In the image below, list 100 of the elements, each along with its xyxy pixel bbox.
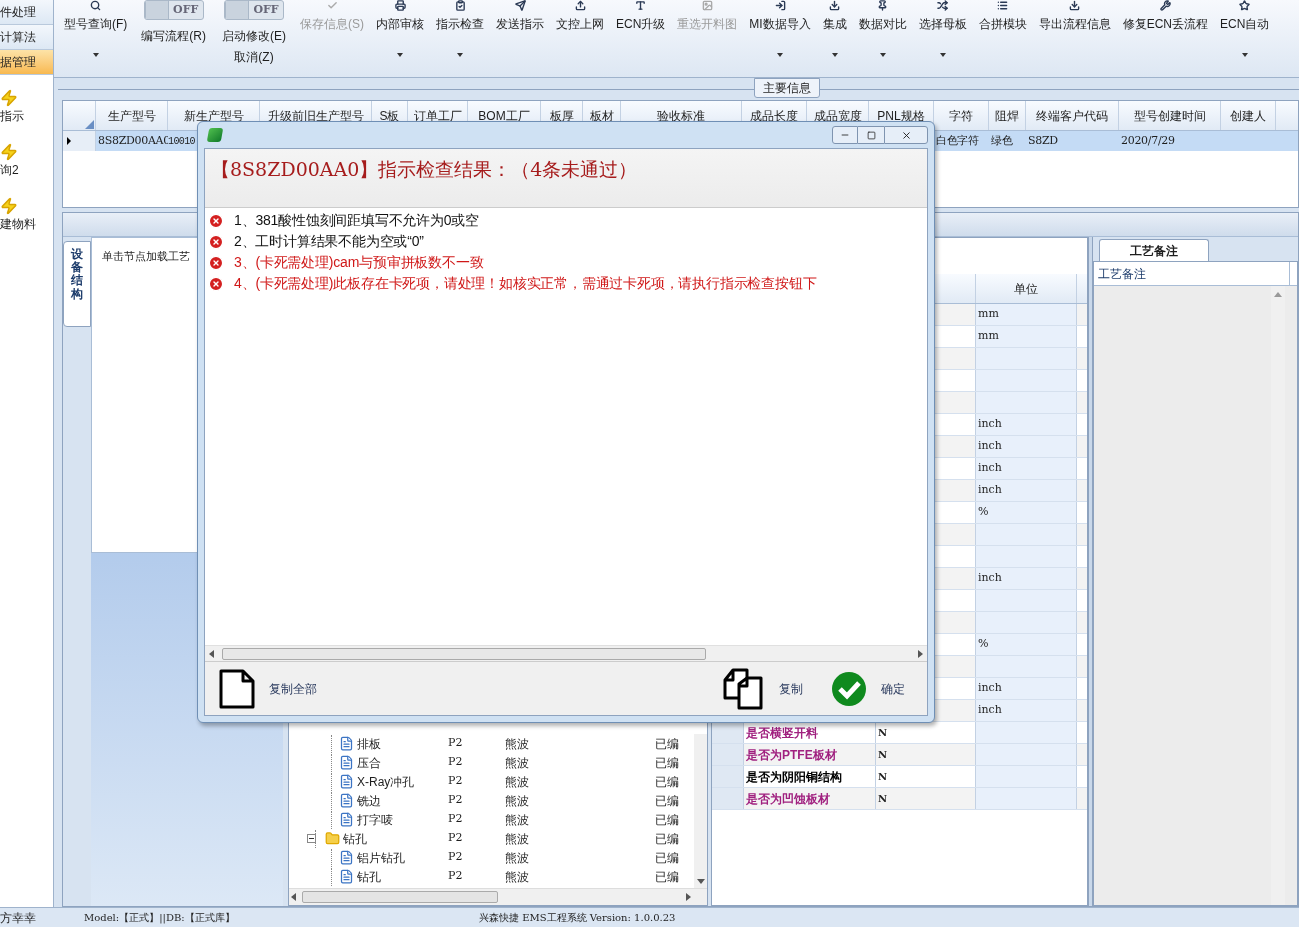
- scrollbar[interactable]: [205, 645, 927, 661]
- toggle-switch[interactable]: OFF: [224, 0, 284, 20]
- column-header[interactable]: 创建人: [1221, 101, 1276, 130]
- dialog-button[interactable]: 复制: [723, 665, 803, 712]
- send-icon: [514, 0, 526, 11]
- message-text: 3、(卡死需处理)cam与预审拼板数不一致: [234, 253, 484, 272]
- ribbon-button[interactable]: 选择母板: [912, 0, 973, 68]
- tree-node-label[interactable]: 铣边: [357, 791, 381, 810]
- row-header[interactable]: [712, 744, 744, 765]
- row-header[interactable]: [712, 788, 744, 809]
- table-cell-text: S8ZD: [1027, 132, 1058, 149]
- caret-icon: [457, 53, 463, 57]
- tree-node-label[interactable]: 铝片钻孔: [357, 848, 405, 867]
- maximize-button[interactable]: [858, 126, 884, 144]
- scrollbar[interactable]: [289, 888, 707, 905]
- check-icon: [831, 670, 867, 707]
- dialog-button[interactable]: 确定: [831, 665, 905, 712]
- row-header[interactable]: [712, 722, 744, 743]
- tree-node-label[interactable]: 排板: [357, 734, 381, 753]
- caret-icon: [879, 53, 886, 57]
- caret-icon: [397, 53, 403, 57]
- ribbon-button[interactable]: 发送指示: [490, 0, 550, 68]
- table-cell: inch: [976, 414, 1077, 435]
- ribbon-button[interactable]: 合拼模块: [972, 0, 1033, 68]
- table-cell-text: 熊波: [504, 830, 530, 848]
- toggle-switch[interactable]: OFF: [143, 0, 204, 20]
- file-icon: [339, 755, 354, 770]
- clipboard-icon: [454, 0, 466, 11]
- minimize-button[interactable]: [832, 126, 858, 144]
- column-header[interactable]: 单位: [976, 274, 1077, 303]
- table-cell: 是否为凹蚀板材: [744, 788, 876, 809]
- shuffle-icon: [937, 0, 949, 11]
- tree-node-label[interactable]: 钻孔: [343, 829, 367, 848]
- message-text: 1、381酸性蚀刻间距填写不允许为0或空: [234, 211, 479, 230]
- collapse-toggle[interactable]: [307, 834, 316, 843]
- table-cell: inch: [976, 436, 1077, 457]
- ribbon-button[interactable]: MI数据导入: [743, 0, 817, 68]
- file-icon: [339, 774, 354, 789]
- ribbon-button[interactable]: 修复ECN丢流程: [1116, 0, 1215, 68]
- table-cell-text: P2: [447, 754, 464, 771]
- row-header[interactable]: [712, 766, 744, 787]
- file-icon: [339, 850, 354, 865]
- table-cell: %: [976, 502, 1077, 523]
- table-cell-text: P2: [447, 735, 464, 752]
- caret-icon: [831, 53, 838, 57]
- table-cell-text: 熊波: [504, 735, 530, 753]
- splitter[interactable]: [1088, 237, 1093, 906]
- printer-icon: [394, 0, 406, 11]
- file-icon: [339, 736, 354, 751]
- column-header[interactable]: 阻焊: [989, 101, 1026, 130]
- ribbon-button[interactable]: ECN升级: [610, 0, 672, 68]
- sidebar-item-label: 建物料: [0, 216, 37, 233]
- search-icon: [90, 0, 102, 11]
- column-header[interactable]: 终端客户代码: [1026, 101, 1119, 130]
- lightning-icon: [0, 143, 18, 161]
- maximize-icon: [866, 130, 876, 140]
- table-cell: inch: [976, 568, 1077, 589]
- table-cell-text: 已编: [654, 735, 680, 753]
- ribbon-button[interactable]: 导出流程信息: [1032, 0, 1117, 68]
- upload-icon: [574, 0, 586, 11]
- scrollbar[interactable]: [694, 734, 707, 888]
- sidebar-item[interactable]: 指示: [0, 75, 53, 129]
- ribbon-button[interactable]: 集成: [816, 0, 853, 68]
- message-text: 2、工时计算结果不能为空或“0”: [234, 232, 424, 251]
- tree-node-label[interactable]: X-Ray冲孔: [357, 772, 415, 791]
- caret-icon: [92, 53, 99, 57]
- column-header[interactable]: 生产型号: [96, 101, 168, 130]
- lightning-icon: [0, 89, 18, 107]
- sidebar-item[interactable]: 计算法: [0, 25, 53, 50]
- panel-tab[interactable]: 工艺备注: [1099, 239, 1209, 261]
- sidebar-item[interactable]: 件处理: [0, 0, 53, 25]
- column-header[interactable]: 型号创建时间: [1119, 101, 1221, 130]
- table-cell-text: 绿色: [990, 132, 1013, 149]
- ribbon-button[interactable]: 指示检查: [430, 0, 490, 68]
- vertical-tab[interactable]: 设备结构: [63, 241, 91, 327]
- message-text: 4、(卡死需处理)此板存在卡死项，请处理！如核实正常，需通过卡死项，请执行指示检查按钮下: [234, 274, 817, 293]
- sidebar-item[interactable]: 建物料: [0, 183, 53, 237]
- close-icon: [900, 129, 912, 141]
- table-cell: 是否为阴阳铜结构: [744, 766, 876, 787]
- error-icon: [208, 254, 224, 271]
- caret-icon: [777, 53, 783, 57]
- document-icon: [219, 668, 255, 709]
- tree-node-label[interactable]: 钻孔: [357, 867, 381, 886]
- table-cell-text: P2: [447, 792, 464, 809]
- close-button[interactable]: [884, 126, 928, 144]
- ribbon-button[interactable]: 内部审核: [370, 0, 430, 68]
- status-text: 兴森快捷 EMS工程系统 Version: 1.0.0.23: [479, 911, 676, 925]
- star-icon: [1239, 0, 1251, 11]
- list-icon: [997, 0, 1009, 11]
- ribbon-button[interactable]: ECN自动: [1214, 0, 1276, 68]
- sidebar-item[interactable]: 据管理: [0, 50, 53, 75]
- scrollbar[interactable]: [1271, 286, 1285, 905]
- dialog-button[interactable]: 复制全部: [219, 665, 317, 712]
- ribbon-button[interactable]: 文控上网: [550, 0, 610, 68]
- ribbon-button[interactable]: 型号查询(F): [58, 0, 134, 68]
- table-cell-text: 已编: [654, 849, 680, 867]
- tree-node-label[interactable]: 压合: [357, 753, 381, 772]
- tree-node-label[interactable]: 打字唛: [357, 810, 393, 829]
- ribbon-button[interactable]: 数据对比: [852, 0, 913, 68]
- sidebar-item[interactable]: 询2: [0, 129, 53, 183]
